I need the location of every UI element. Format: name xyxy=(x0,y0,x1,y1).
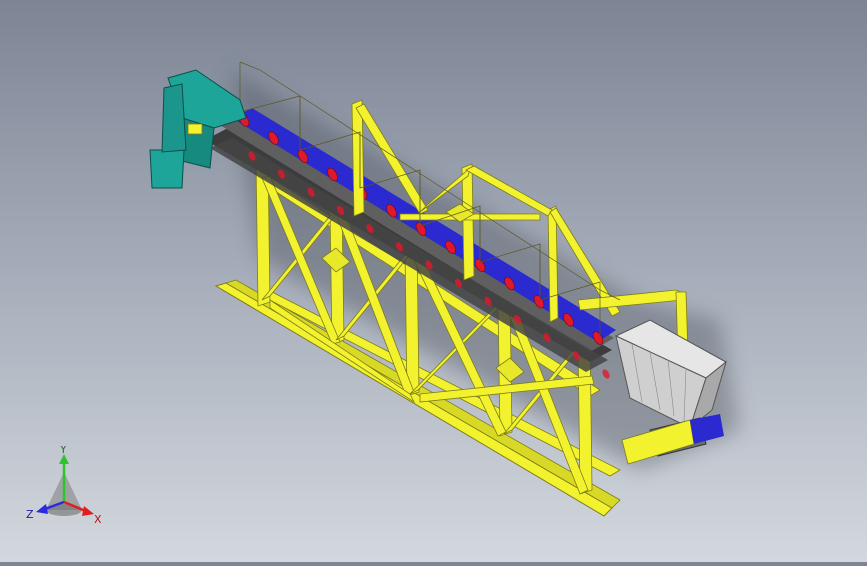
z-axis-arrow xyxy=(36,504,48,514)
z-axis-label: Z xyxy=(26,508,34,521)
conveyor-model[interactable] xyxy=(0,0,867,562)
graphics-viewport[interactable]: Y X Z xyxy=(0,0,867,562)
x-axis-label: X xyxy=(94,513,102,526)
y-axis-label: Y xyxy=(59,446,67,456)
x-axis-arrow xyxy=(82,506,94,516)
upper-truss-post-2[interactable] xyxy=(461,163,475,281)
axis-triad: Y X Z xyxy=(24,443,108,526)
